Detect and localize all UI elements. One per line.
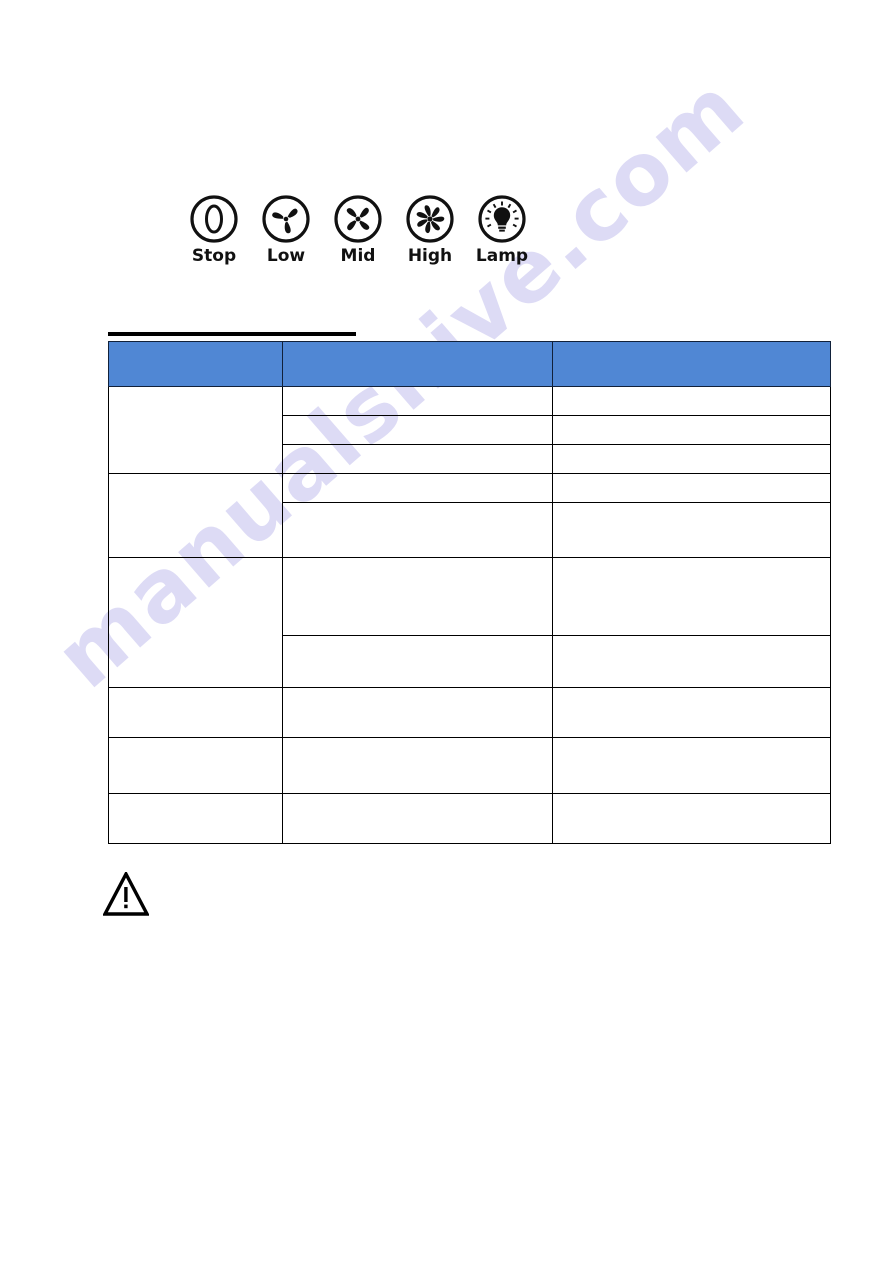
table-cell <box>282 386 553 416</box>
control-panel-icon-strip: Stop Low Mid High Lamp <box>186 192 530 265</box>
table-cell-text <box>553 474 830 481</box>
table-cell <box>552 737 831 794</box>
table-cell <box>552 444 831 474</box>
table-cell-text <box>109 738 282 745</box>
table-row <box>108 687 831 738</box>
table-cell-group-3 <box>108 557 283 688</box>
table-row <box>108 737 831 794</box>
table-cell-text <box>553 416 830 423</box>
table-cell-text <box>283 474 552 481</box>
table-cell <box>282 473 553 503</box>
control-icon-lamp[interactable]: Lamp <box>474 192 530 265</box>
table-cell <box>552 557 831 636</box>
table-header-label-3 <box>553 342 830 349</box>
table-cell <box>552 415 831 445</box>
table-cell-text <box>553 445 830 452</box>
table-cell <box>282 557 553 636</box>
table-cell <box>552 502 831 558</box>
table-cell-group-1 <box>108 386 283 474</box>
stop-zero-circle-icon <box>190 195 238 243</box>
table-cell-text <box>553 636 830 643</box>
table-cell-text <box>553 688 830 695</box>
table-cell <box>552 687 831 738</box>
table-cell <box>108 687 283 738</box>
table-cell-text <box>283 416 552 423</box>
table-cell-text <box>283 688 552 695</box>
table-cell-text <box>283 558 552 565</box>
table-cell-group-2 <box>108 473 283 558</box>
table-cell <box>282 635 553 688</box>
table-cell <box>282 793 553 844</box>
table-cell-text <box>553 738 830 745</box>
table-header-cell-3 <box>552 341 831 387</box>
table-cell-text <box>109 387 282 394</box>
table-cell <box>552 635 831 688</box>
control-icon-low-label: Low <box>266 246 306 266</box>
table-header-cell-1 <box>108 341 283 387</box>
table-row <box>108 557 831 688</box>
table-cell <box>552 386 831 416</box>
specification-table <box>108 341 831 844</box>
control-icon-high[interactable]: High <box>402 192 458 265</box>
table-row <box>108 793 831 844</box>
table-header-label-2 <box>283 342 552 349</box>
control-icon-high-label: High <box>407 246 453 266</box>
table-cell-text <box>109 558 282 565</box>
table-cell <box>552 793 831 844</box>
table-row <box>108 386 831 474</box>
warning-block <box>103 872 149 916</box>
table-cell-text <box>553 558 830 565</box>
table-cell <box>282 687 553 738</box>
table-cell <box>282 737 553 794</box>
control-icon-stop-label: Stop <box>191 246 237 266</box>
table-cell-text <box>283 503 552 510</box>
table-cell <box>108 793 283 844</box>
table-cell-text <box>283 794 552 801</box>
table-cell-text <box>109 688 282 695</box>
table-cell-text <box>283 738 552 745</box>
table-cell-text <box>283 636 552 643</box>
fan-low-three-blade-icon <box>262 195 310 243</box>
control-icon-lamp-label: Lamp <box>475 246 529 266</box>
table-header-cell-2 <box>282 341 553 387</box>
control-icon-mid-label: Mid <box>340 246 376 266</box>
table-cell <box>282 444 553 474</box>
lamp-bulb-icon <box>478 195 526 243</box>
table-cell <box>282 502 553 558</box>
table-cell <box>108 737 283 794</box>
warning-triangle-icon <box>103 872 149 916</box>
control-icon-mid[interactable]: Mid <box>330 192 386 265</box>
control-icon-low[interactable]: Low <box>258 192 314 265</box>
control-icon-stop[interactable]: Stop <box>186 192 242 265</box>
table-cell-text <box>109 794 282 801</box>
table-row <box>108 473 831 558</box>
fan-high-multi-blade-icon <box>406 195 454 243</box>
table-cell-text <box>553 387 830 394</box>
table-cell-text <box>553 794 830 801</box>
table-header-row <box>108 341 831 387</box>
table-cell <box>552 473 831 503</box>
section-divider-rule <box>108 332 356 336</box>
fan-mid-four-blade-icon <box>334 195 382 243</box>
table-cell-text <box>109 474 282 481</box>
table-cell-text <box>553 503 830 510</box>
table-header-label-1 <box>109 342 282 349</box>
table-cell-text <box>283 387 552 394</box>
table-cell-text <box>283 445 552 452</box>
table-cell <box>282 415 553 445</box>
